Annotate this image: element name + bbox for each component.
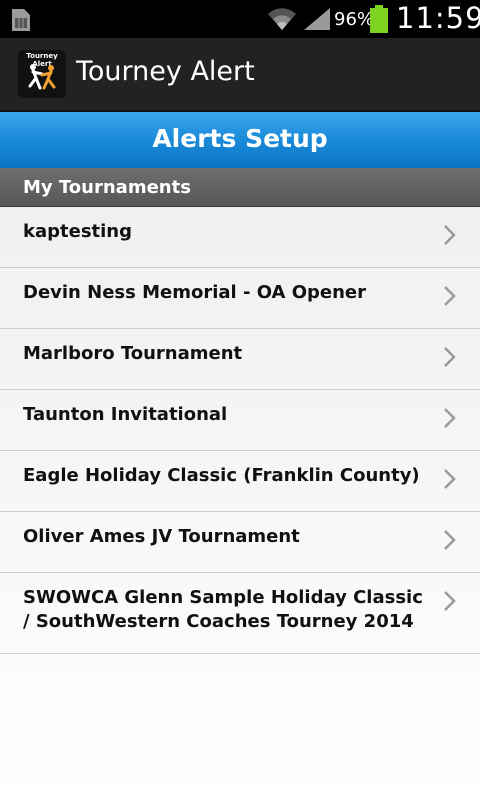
chevron-right-icon <box>444 408 456 428</box>
list-item-label: Oliver Ames JV Tournament <box>23 526 300 547</box>
battery-icon <box>370 5 388 33</box>
list-item[interactable]: Devin Ness Memorial - OA Opener <box>0 268 480 329</box>
section-header: My Tournaments <box>0 168 480 207</box>
action-bar: Tourney Alert Tourney Alert <box>0 38 480 112</box>
app-icon[interactable]: Tourney Alert <box>18 50 66 98</box>
list-item-label: Taunton Invitational <box>23 404 228 425</box>
list-item[interactable]: Eagle Holiday Classic (Franklin County) <box>0 451 480 512</box>
clock: 11:59 <box>396 1 480 35</box>
app-title: Tourney Alert <box>76 56 255 87</box>
list-item[interactable]: Oliver Ames JV Tournament <box>0 512 480 573</box>
tournament-list: kaptesting Devin Ness Memorial - OA Open… <box>0 207 480 654</box>
page-title: Alerts Setup <box>152 124 328 153</box>
signal-icon <box>304 8 330 30</box>
chevron-right-icon <box>444 469 456 489</box>
list-item-label: Marlboro Tournament <box>23 343 243 364</box>
list-item[interactable]: Marlboro Tournament <box>0 329 480 390</box>
sim-card-icon <box>12 9 30 31</box>
page-header: Alerts Setup <box>0 112 480 169</box>
list-item-label: Devin Ness Memorial - OA Opener <box>23 282 367 303</box>
list-item[interactable]: SWOWCA Glenn Sample Holiday Classic / So… <box>0 573 480 654</box>
wifi-icon <box>268 8 296 30</box>
wrestlers-icon <box>28 64 56 90</box>
chevron-right-icon <box>444 347 456 367</box>
list-item[interactable]: kaptesting <box>0 207 480 268</box>
list-item-label: kaptesting <box>23 221 133 242</box>
section-title: My Tournaments <box>23 177 191 198</box>
chevron-right-icon <box>444 530 456 550</box>
status-bar: 96% 11:59 <box>0 0 480 38</box>
list-item-label: Eagle Holiday Classic (Franklin County) <box>23 465 420 486</box>
chevron-right-icon <box>444 591 456 611</box>
list-item-label: SWOWCA Glenn Sample Holiday Classic / So… <box>23 587 423 632</box>
chevron-right-icon <box>444 225 456 245</box>
list-item[interactable]: Taunton Invitational <box>0 390 480 451</box>
chevron-right-icon <box>444 286 456 306</box>
